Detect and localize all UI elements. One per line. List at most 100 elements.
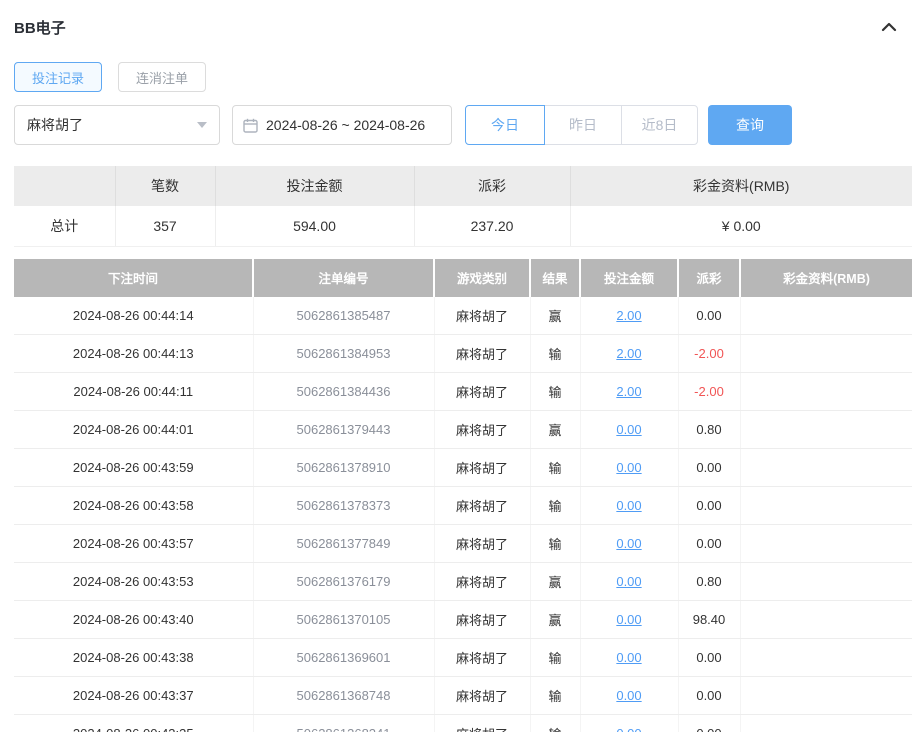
bet-amount-link[interactable]: 2.00: [616, 384, 641, 399]
last-8-days-button[interactable]: 近8日: [621, 105, 698, 145]
bet-amount-link[interactable]: 0.00: [616, 536, 641, 551]
bet-time-cell: 2024-08-26 00:44:01: [14, 411, 253, 449]
bet-amount-link[interactable]: 2.00: [616, 346, 641, 361]
payout-cell: 0.00: [678, 297, 740, 335]
summary-col-count: 笔数: [115, 166, 215, 206]
table-row: 2024-08-26 00:44:11 5062861384436 麻将胡了 输…: [14, 373, 912, 411]
summary-total-row: 总计 357 594.00 237.20 ¥ 0.00: [14, 206, 912, 246]
bet-time-cell: 2024-08-26 00:43:58: [14, 487, 253, 525]
total-payout: 237.20: [414, 206, 570, 246]
table-row: 2024-08-26 00:44:01 5062861379443 麻将胡了 赢…: [14, 411, 912, 449]
game-category-cell: 麻将胡了: [434, 601, 530, 639]
bet-amount-cell: 0.00: [580, 677, 678, 715]
table-row: 2024-08-26 00:43:58 5062861378373 麻将胡了 输…: [14, 487, 912, 525]
table-row: 2024-08-26 00:43:37 5062861368748 麻将胡了 输…: [14, 677, 912, 715]
bet-amount-link[interactable]: 0.00: [616, 688, 641, 703]
result-cell: 赢: [530, 601, 580, 639]
bet-amount-link[interactable]: 0.00: [616, 650, 641, 665]
order-number-cell: 5062861370105: [253, 601, 434, 639]
table-row: 2024-08-26 00:44:13 5062861384953 麻将胡了 输…: [14, 335, 912, 373]
game-category-cell: 麻将胡了: [434, 297, 530, 335]
total-jackpot: ¥ 0.00: [570, 206, 912, 246]
result-cell: 输: [530, 715, 580, 732]
payout-cell: 0.80: [678, 411, 740, 449]
bet-amount-link[interactable]: 0.00: [616, 574, 641, 589]
bet-time-cell: 2024-08-26 00:43:57: [14, 525, 253, 563]
jackpot-cell: [740, 373, 912, 411]
result-cell: 输: [530, 373, 580, 411]
bet-amount-link[interactable]: 0.00: [616, 460, 641, 475]
jackpot-cell: [740, 411, 912, 449]
records-table: 下注时间 注单编号 游戏类别 结果 投注金额 派彩 彩金资料(RMB) 2024…: [14, 259, 912, 732]
payout-cell: 0.00: [678, 639, 740, 677]
bet-time-cell: 2024-08-26 00:43:38: [14, 639, 253, 677]
result-cell: 输: [530, 449, 580, 487]
order-number-cell: 5062861384436: [253, 373, 434, 411]
bet-amount-cell: 0.00: [580, 639, 678, 677]
summary-col-payout: 派彩: [414, 166, 570, 206]
game-category-cell: 麻将胡了: [434, 449, 530, 487]
tab-bet-records[interactable]: 投注记录: [14, 62, 102, 92]
table-row: 2024-08-26 00:43:53 5062861376179 麻将胡了 赢…: [14, 563, 912, 601]
order-number-cell: 5062861368241: [253, 715, 434, 732]
tab-cancelled-orders[interactable]: 连消注单: [118, 62, 206, 92]
yesterday-button[interactable]: 昨日: [544, 105, 622, 145]
quick-date-buttons: 今日 昨日 近8日: [465, 105, 698, 145]
game-category-cell: 麻将胡了: [434, 411, 530, 449]
order-number-cell: 5062861378373: [253, 487, 434, 525]
jackpot-cell: [740, 677, 912, 715]
game-category-cell: 麻将胡了: [434, 639, 530, 677]
bet-amount-cell: 0.00: [580, 525, 678, 563]
col-bet-time: 下注时间: [14, 259, 253, 297]
collapse-panel-button[interactable]: [880, 19, 898, 35]
payout-cell: -2.00: [678, 373, 740, 411]
summary-col-blank: [14, 166, 115, 206]
result-cell: 赢: [530, 563, 580, 601]
payout-cell: 98.40: [678, 601, 740, 639]
total-label: 总计: [14, 206, 115, 246]
bet-time-cell: 2024-08-26 00:44:11: [14, 373, 253, 411]
col-bet-amount: 投注金额: [580, 259, 678, 297]
panel-header: BB电子: [14, 12, 898, 42]
col-game-category: 游戏类别: [434, 259, 530, 297]
result-cell: 输: [530, 639, 580, 677]
jackpot-cell: [740, 639, 912, 677]
bet-amount-link[interactable]: 2.00: [616, 308, 641, 323]
bet-records-panel: BB电子 投注记录 连消注单 麻将胡了 2024-08-26 ~ 2024-08…: [0, 0, 912, 732]
payout-cell: 0.00: [678, 677, 740, 715]
bet-amount-cell: 0.00: [580, 411, 678, 449]
bet-time-cell: 2024-08-26 00:43:40: [14, 601, 253, 639]
query-button[interactable]: 查询: [708, 105, 792, 145]
bet-amount-cell: 0.00: [580, 449, 678, 487]
game-select-value: 麻将胡了: [27, 115, 83, 135]
game-category-cell: 麻将胡了: [434, 335, 530, 373]
jackpot-cell: [740, 297, 912, 335]
order-number-cell: 5062861379443: [253, 411, 434, 449]
order-number-cell: 5062861369601: [253, 639, 434, 677]
bet-amount-link[interactable]: 0.00: [616, 726, 641, 732]
bet-amount-link[interactable]: 0.00: [616, 612, 641, 627]
bet-amount-link[interactable]: 0.00: [616, 422, 641, 437]
result-cell: 输: [530, 677, 580, 715]
bet-amount-cell: 0.00: [580, 563, 678, 601]
order-number-cell: 5062861376179: [253, 563, 434, 601]
payout-cell: -2.00: [678, 335, 740, 373]
bet-amount-link[interactable]: 0.00: [616, 498, 641, 513]
chevron-up-icon: [880, 19, 898, 35]
table-row: 2024-08-26 00:44:14 5062861385487 麻将胡了 赢…: [14, 297, 912, 335]
bet-time-cell: 2024-08-26 00:43:35: [14, 715, 253, 732]
summary-table: 笔数 投注金额 派彩 彩金资料(RMB) 总计 357 594.00 237.2…: [14, 166, 912, 247]
table-row: 2024-08-26 00:43:38 5062861369601 麻将胡了 输…: [14, 639, 912, 677]
filter-bar: 麻将胡了 2024-08-26 ~ 2024-08-26 今日 昨日 近8日 查…: [14, 105, 912, 145]
today-button[interactable]: 今日: [465, 105, 545, 145]
table-row: 2024-08-26 00:43:57 5062861377849 麻将胡了 输…: [14, 525, 912, 563]
table-row: 2024-08-26 00:43:59 5062861378910 麻将胡了 输…: [14, 449, 912, 487]
result-cell: 输: [530, 487, 580, 525]
bet-amount-cell: 0.00: [580, 487, 678, 525]
jackpot-cell: [740, 335, 912, 373]
game-category-cell: 麻将胡了: [434, 525, 530, 563]
date-range-value: 2024-08-26 ~ 2024-08-26: [266, 117, 425, 133]
payout-cell: 0.00: [678, 525, 740, 563]
game-select[interactable]: 麻将胡了: [14, 105, 220, 145]
date-range-picker[interactable]: 2024-08-26 ~ 2024-08-26: [232, 105, 452, 145]
